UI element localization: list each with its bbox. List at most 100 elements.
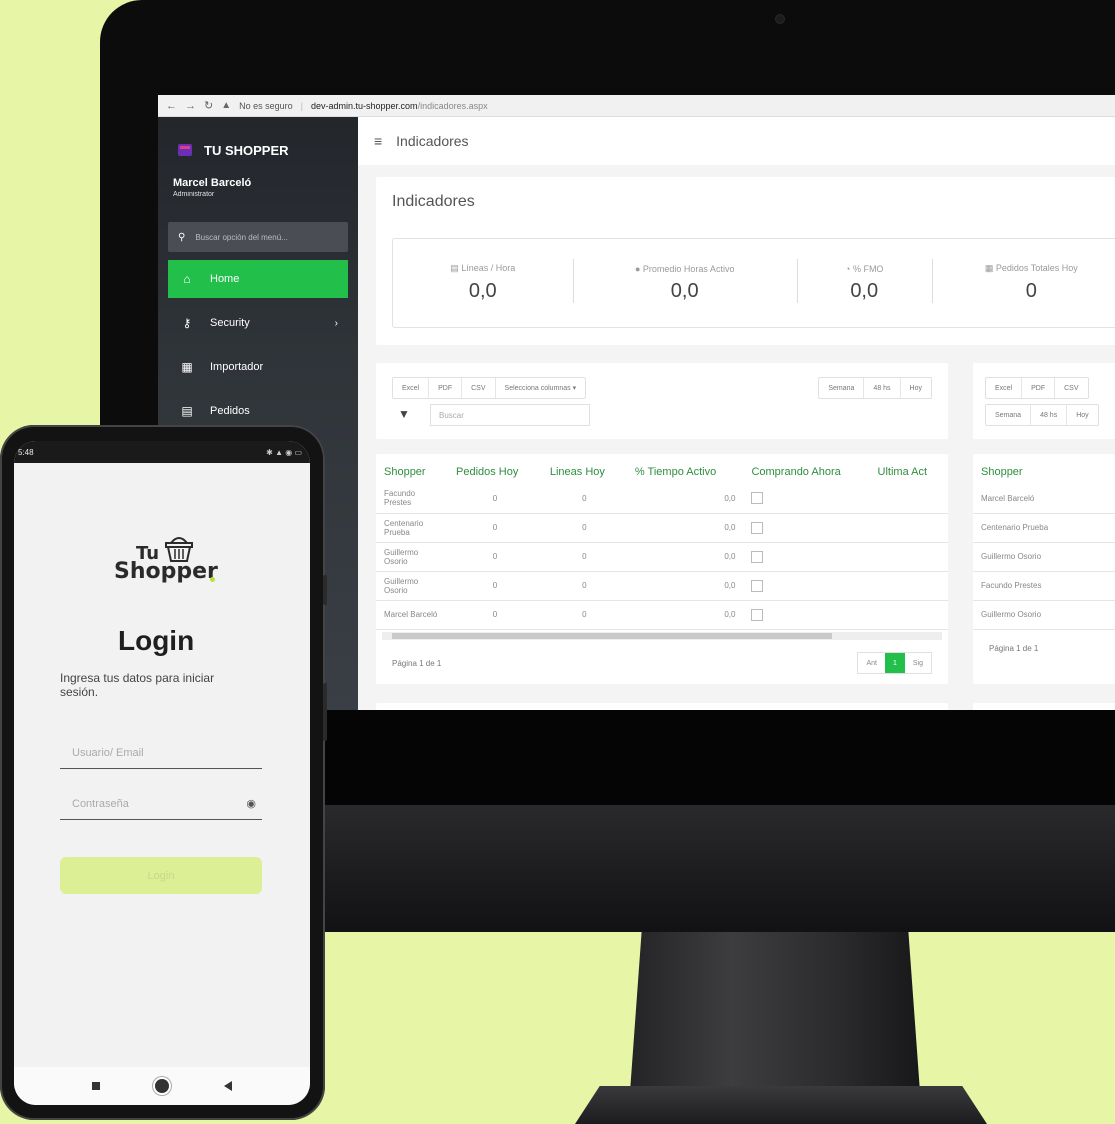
pct-cell: 0,0 <box>626 484 744 514</box>
page-1-button[interactable]: 1 <box>884 653 905 673</box>
phone-frame: 5:48 ✱ ▲ ◉ ▭ Tu Shopper Login Ingresa tu… <box>0 425 327 1120</box>
sidebar-item-importador[interactable]: ▦ Importador <box>168 348 348 386</box>
csv-button[interactable]: CSV <box>1054 378 1087 398</box>
store-icon <box>178 144 192 156</box>
table-row[interactable]: Centenario Prueba 0 0 0,0 <box>376 513 948 543</box>
range-48h-button[interactable]: 48 hs <box>1030 405 1066 425</box>
lineas-cell: 0 <box>541 600 627 630</box>
url-domain[interactable]: dev-admin.tu-shopper.com <box>311 101 418 111</box>
recents-icon[interactable] <box>91 1082 100 1090</box>
range-48h-button[interactable]: 48 hs <box>863 378 899 398</box>
login-button[interactable]: Login <box>60 857 262 894</box>
table-row[interactable]: Marcel Barceló 0 0 0,0 <box>376 600 948 630</box>
hamburger-menu-icon[interactable]: ≡ <box>374 133 382 149</box>
login-title: Login <box>118 625 195 656</box>
column-header[interactable]: Ultima Act <box>870 460 948 484</box>
range-button-group: Semana 48 hs Hoy <box>818 377 932 399</box>
checkbox[interactable] <box>751 579 764 592</box>
comprando-cell <box>743 571 870 601</box>
back-triangle-icon[interactable] <box>224 1081 233 1091</box>
pdf-button[interactable]: PDF <box>428 378 461 398</box>
range-week-button[interactable]: Semana <box>986 405 1030 425</box>
phone-status-bar: 5:48 ✱ ▲ ◉ ▭ <box>14 441 310 463</box>
home-circle-icon[interactable] <box>154 1079 169 1093</box>
column-header[interactable]: Pedidos Hoy <box>448 460 542 484</box>
table-row[interactable]: Centenario Prueba <box>973 513 1115 543</box>
page-title: Indicadores <box>396 133 469 149</box>
shopper-cell: Facundo Prestes <box>973 571 1115 601</box>
kpi-value: 0,0 <box>850 279 879 302</box>
sidebar-item-security[interactable]: ⚷ Security › <box>168 304 348 342</box>
comprando-cell <box>743 513 870 543</box>
sidebar-search-input[interactable]: ⚲ Buscar opción del menú... <box>168 222 348 252</box>
excel-button[interactable]: Excel <box>393 378 428 398</box>
back-arrow-icon[interactable]: ← <box>166 100 177 112</box>
checkbox[interactable] <box>751 608 764 621</box>
column-header[interactable]: Shopper <box>973 460 1115 484</box>
power-button <box>323 683 327 741</box>
page-info: Página 1 de 1 <box>392 659 442 668</box>
password-field[interactable]: Contraseña ◉ <box>60 788 262 820</box>
sidebar-item-home[interactable]: ⌂ Home <box>168 260 348 298</box>
browser-url-bar[interactable]: ← → ↻ ▲ No es seguro | dev-admin.tu-shop… <box>158 95 1115 117</box>
scrollbar-thumb[interactable] <box>392 633 832 639</box>
table-row[interactable]: Guillermo Osorio <box>973 542 1115 572</box>
kpi-card-title: Indicadores <box>392 193 475 210</box>
range-today-button[interactable]: Hoy <box>1066 405 1097 425</box>
comprando-cell <box>743 542 870 572</box>
kpi-pedidos-totales: ▦ Pedidos Totales Hoy 0 <box>931 239 1115 327</box>
checkbox[interactable] <box>751 550 764 563</box>
export-button-group-2: Excel PDF CSV <box>985 377 1089 399</box>
upload-icon: ▦ <box>181 360 193 374</box>
range-week-button[interactable]: Semana <box>819 378 863 398</box>
table-search-input[interactable]: Buscar <box>430 404 590 426</box>
next-page-button[interactable]: Sig <box>905 653 931 673</box>
column-header[interactable]: % Tiempo Activo <box>627 460 744 484</box>
table-row[interactable]: Marcel Barceló <box>973 484 1115 514</box>
clock-icon: ● <box>634 263 643 274</box>
reload-icon[interactable]: ↻ <box>204 99 213 112</box>
email-field[interactable]: Usuario/ Email <box>60 737 262 769</box>
table-row[interactable]: Guillermo Osorio <box>973 600 1115 630</box>
table-header-row: Shopper <box>973 460 1115 484</box>
shopper-cell: Marcel Barceló <box>973 484 1115 514</box>
forward-arrow-icon[interactable]: → <box>185 100 196 112</box>
kpi-value: 0 <box>1025 280 1037 302</box>
sidebar-brand[interactable]: TU SHOPPER <box>158 117 358 167</box>
checkbox[interactable] <box>751 492 764 505</box>
select-columns-button[interactable]: Selecciona columnas ▾ <box>494 378 586 398</box>
home-icon: ⌂ <box>183 272 191 286</box>
kpi-card: Indicadores ▤ Líneas / Hora 0,0 ● Promed… <box>376 177 1115 345</box>
table-row[interactable]: Guillermo Osorio 0 0 0,0 <box>376 542 948 572</box>
kpi-label: ◔ % FMO <box>845 263 884 274</box>
login-subtitle: Ingresa tus datos para iniciar sesión. <box>60 671 215 699</box>
lineas-cell: 0 <box>541 484 627 514</box>
url-path[interactable]: /indicadores.aspx <box>418 101 488 111</box>
column-header[interactable]: Comprando Ahora <box>743 460 869 484</box>
pdf-button[interactable]: PDF <box>1021 378 1054 398</box>
camera-dot <box>775 14 785 24</box>
column-header[interactable]: Shopper <box>376 460 448 484</box>
monitor-stand-neck <box>630 932 920 1092</box>
filter-icon[interactable]: ▼ <box>398 407 410 421</box>
excel-button[interactable]: Excel <box>986 378 1021 398</box>
column-header[interactable]: Lineas Hoy <box>542 460 627 484</box>
table-row[interactable]: Facundo Prestes <box>973 571 1115 601</box>
user-panel: Marcel Barceló Administrator <box>158 167 358 198</box>
calculator-icon: ▦ <box>984 263 996 273</box>
top-header: ≡ Indicadores <box>358 117 1115 165</box>
checkbox[interactable] <box>751 521 764 534</box>
prev-page-button[interactable]: Ant <box>858 653 885 673</box>
csv-button[interactable]: CSV <box>461 378 494 398</box>
eye-off-icon[interactable]: ◉ <box>246 797 256 810</box>
sidebar-item-label: Home <box>210 273 240 285</box>
kpi-value: 0,0 <box>670 279 699 302</box>
horizontal-scrollbar[interactable] <box>382 632 942 640</box>
sidebar-search-placeholder: Buscar opción del menú... <box>195 232 288 242</box>
table-row[interactable]: Guillermo Osorio 0 0 0,0 <box>376 571 948 601</box>
ultima-cell <box>869 571 948 601</box>
table-row[interactable]: Facundo Prestes 0 0 0,0 <box>376 484 948 514</box>
range-today-button[interactable]: Hoy <box>899 378 931 398</box>
shopper-cell: Marcel Barceló <box>376 600 448 630</box>
pct-cell: 0,0 <box>626 542 744 572</box>
